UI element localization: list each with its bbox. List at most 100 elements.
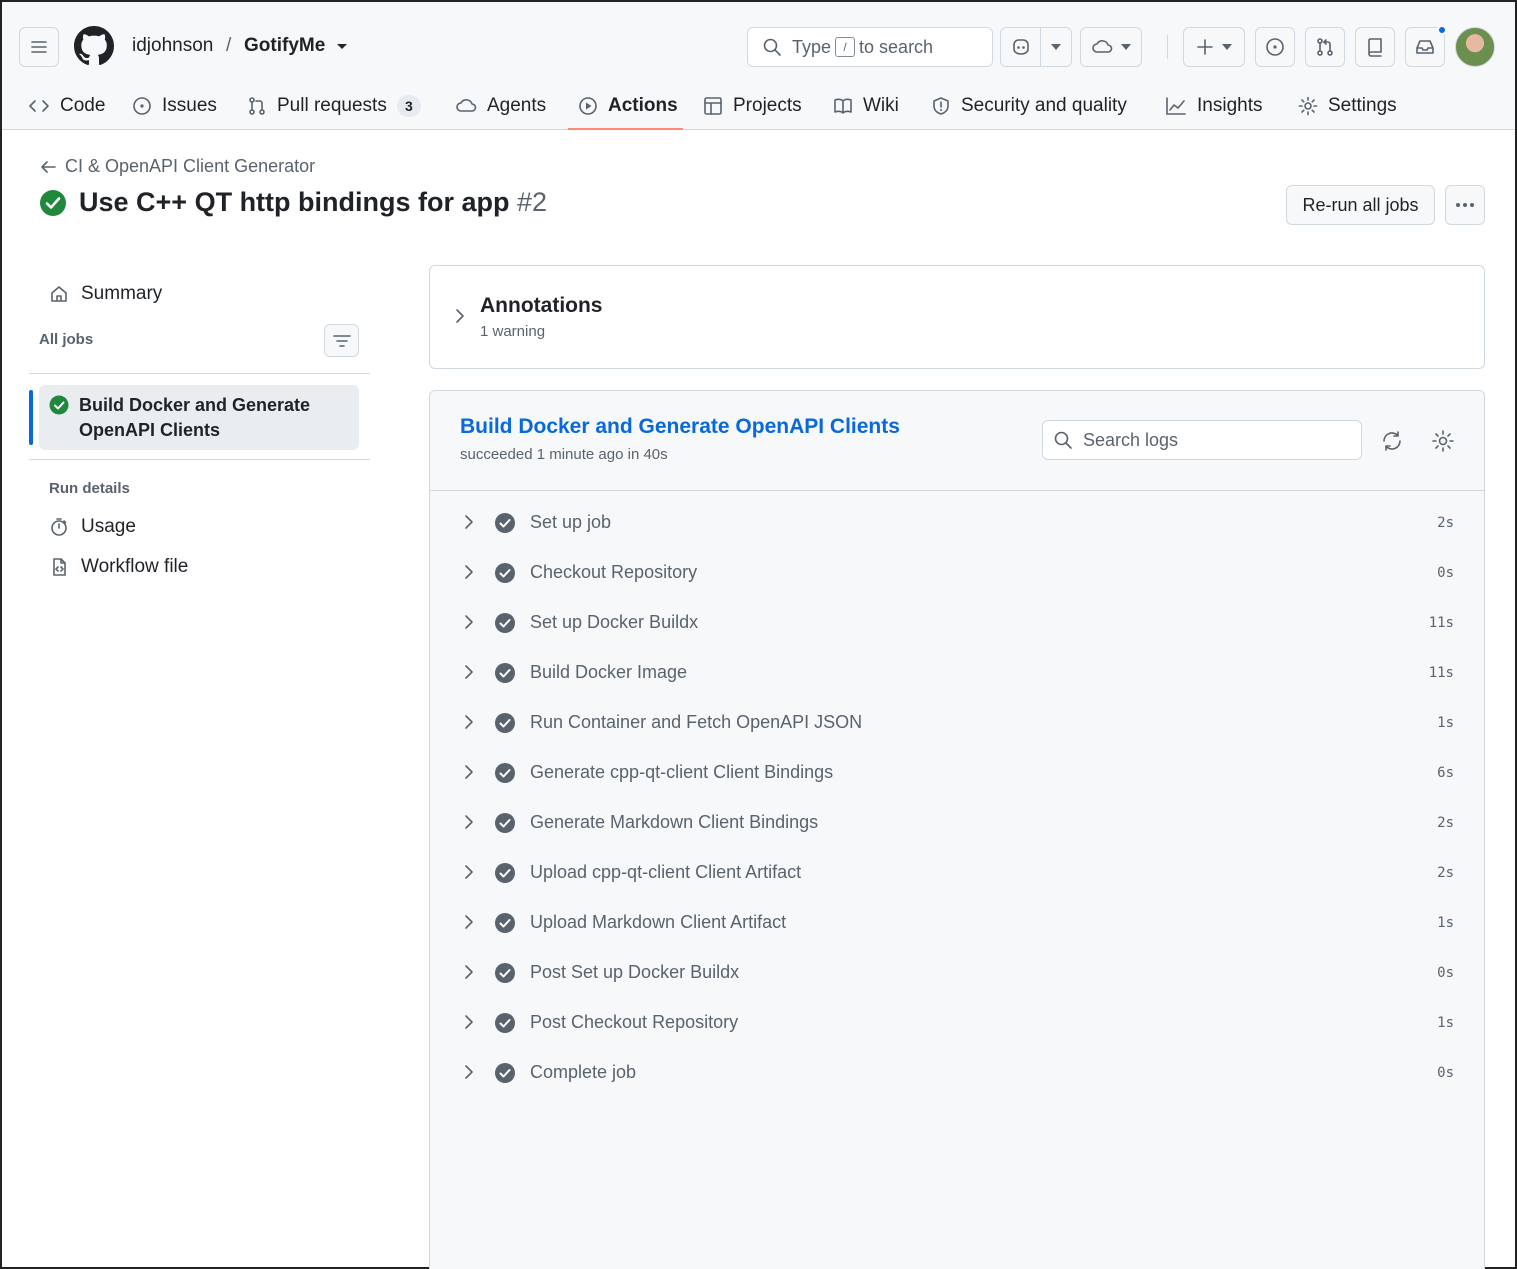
tab-agents[interactable]: Agents [455,82,546,130]
tab-settings[interactable]: Settings [1298,82,1397,130]
job-step-row[interactable]: Checkout Repository 0s [430,548,1484,598]
tab-pull-requests-label: Pull requests [277,95,387,116]
active-tab-underline [568,128,683,130]
job-step-row[interactable]: Generate cpp-qt-client Client Bindings 6s [430,748,1484,798]
tab-insights[interactable]: Insights [1165,82,1262,130]
run-title: Use C++ QT http bindings for app [79,187,510,217]
copilot-icon [1012,39,1029,55]
notification-indicator-dot [1437,25,1447,35]
search-icon [1054,431,1072,449]
search-shortcut-key: / [835,37,856,57]
tab-issues[interactable]: Issues [132,82,217,130]
issue-opened-icon [1266,38,1284,56]
tab-wiki[interactable]: Wiki [833,82,899,130]
chevron-right-icon [465,1065,473,1079]
sidebar-job-item[interactable]: Build Docker and Generate OpenAPI Client… [39,385,359,450]
step-name: Generate Markdown Client Bindings [530,812,819,832]
tab-projects[interactable]: Projects [703,82,802,130]
tab-security[interactable]: Security and quality [931,82,1127,130]
page-title: Use C++ QT http bindings for app #2 [79,187,547,218]
triangle-down-icon [1121,44,1131,50]
global-search-input[interactable]: Type / to search [747,27,993,67]
pull-requests-button[interactable] [1305,27,1345,67]
annotations-title: Annotations [480,294,603,317]
job-step-row[interactable]: Upload cpp-qt-client Client Artifact 2s [430,848,1484,898]
tab-pull-requests[interactable]: Pull requests 3 [247,82,421,130]
more-options-button[interactable] [1445,185,1485,225]
run-number: #2 [517,187,548,217]
repo-owner-link[interactable]: idjohnson [132,35,213,57]
path-separator: / [226,35,232,56]
gear-icon [1298,96,1318,116]
tab-code[interactable]: Code [28,82,105,130]
run-details-heading: Run details [49,480,130,497]
annotations-panel[interactable]: Annotations 1 warning [429,265,1485,369]
chevron-right-icon [456,309,464,323]
header-divider [1167,35,1168,59]
search-logs-input[interactable]: Search logs [1042,420,1362,460]
arrow-left-icon [41,160,56,173]
step-duration: 2s [1437,865,1454,881]
create-new-button[interactable] [1183,27,1245,67]
search-placeholder-suffix: to search [859,36,934,57]
step-success-check-icon [495,1063,515,1083]
sidebar-summary-link[interactable]: Summary [49,283,162,305]
search-logs-placeholder: Search logs [1083,429,1179,450]
step-success-check-icon [495,663,515,683]
tab-insights-label: Insights [1197,95,1263,116]
repositories-button[interactable] [1355,27,1395,67]
agent-icon [456,99,477,112]
chevron-right-icon [465,1015,473,1029]
step-name: Post Set up Docker Buildx [530,962,740,982]
gear-icon[interactable] [1431,429,1455,453]
github-logo-icon[interactable] [74,26,114,66]
global-header: idjohnson / GotifyMe Type / to search Co… [2,2,1515,130]
sidebar-divider [29,459,370,460]
job-step-row[interactable]: Post Set up Docker Buildx 0s [430,948,1484,998]
job-step-row[interactable]: Complete job 0s [430,1048,1484,1098]
job-step-row[interactable]: Set up Docker Buildx 11s [430,598,1484,648]
chevron-right-icon [465,515,473,529]
repo-dropdown-caret-icon[interactable] [336,43,348,51]
job-step-row[interactable]: Post Checkout Repository 1s [430,998,1484,1048]
step-name: Build Docker Image [530,662,688,682]
tab-actions[interactable]: Actions [578,82,678,130]
sidebar-workflow-file-label: Workflow file [81,556,189,577]
workflow-back-link[interactable]: CI & OpenAPI Client Generator [39,156,315,177]
job-step-row[interactable]: Run Container and Fetch OpenAPI JSON 1s [430,698,1484,748]
job-title-link[interactable]: Build Docker and Generate OpenAPI Client… [460,415,900,439]
tab-agents-label: Agents [487,95,547,116]
job-step-row[interactable]: Generate Markdown Client Bindings 2s [430,798,1484,848]
step-success-check-icon [495,563,515,583]
filter-jobs-button[interactable] [324,324,359,357]
step-duration: 1s [1437,715,1454,731]
agents-dropdown-button[interactable] [1080,27,1142,67]
selected-job-indicator [29,390,33,445]
tab-settings-label: Settings [1328,95,1397,116]
job-step-row[interactable]: Build Docker Image 11s [430,648,1484,698]
git-pull-request-icon [1317,38,1333,56]
step-duration: 2s [1437,515,1454,531]
job-step-row[interactable]: Upload Markdown Client Artifact 1s [430,898,1484,948]
step-success-check-icon [495,763,515,783]
sidebar-workflow-file-link[interactable]: Workflow file [49,556,188,578]
refresh-icon[interactable] [1380,429,1404,453]
success-check-circle-icon [40,189,66,216]
user-avatar[interactable] [1455,27,1495,67]
step-name: Post Checkout Repository [530,1012,739,1032]
file-code-icon [53,558,66,576]
sidebar-usage-link[interactable]: Usage [49,516,136,538]
repo-name-link[interactable]: GotifyMe [244,35,325,57]
sidebar-usage-label: Usage [81,516,136,537]
job-step-row[interactable]: Set up job 2s [430,498,1484,548]
menu-button[interactable] [19,27,59,67]
tab-projects-label: Projects [733,95,802,116]
copilot-button[interactable] [1001,28,1040,66]
sidebar-job-label: Build Docker and Generate OpenAPI Client… [79,395,311,440]
issues-button[interactable] [1255,27,1295,67]
step-success-check-icon [495,913,515,933]
rerun-all-jobs-button[interactable]: Re-run all jobs [1286,185,1435,225]
copilot-dropdown-button[interactable] [1040,28,1071,66]
issue-opened-icon [133,97,151,115]
tab-security-label: Security and quality [961,95,1127,116]
